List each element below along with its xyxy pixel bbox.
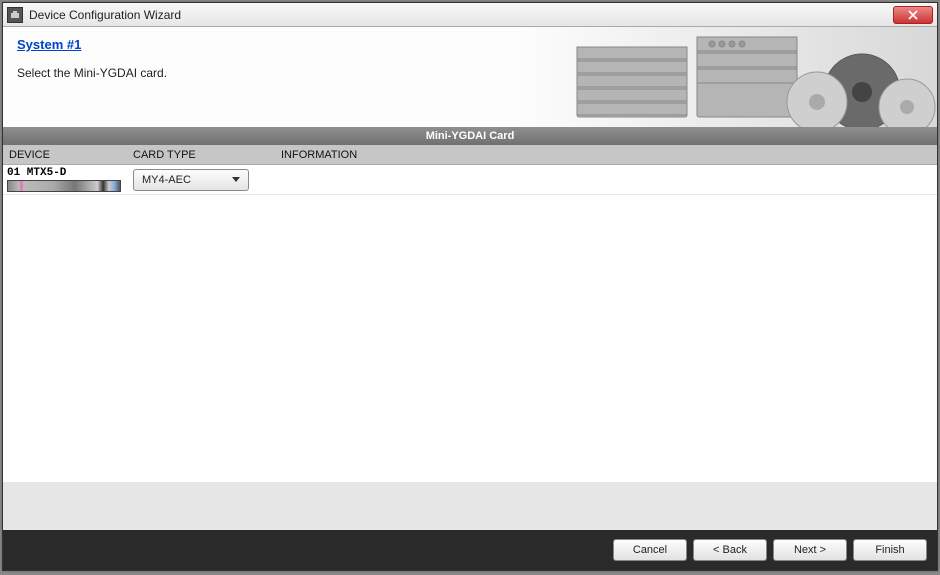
column-header-row: DEVICE CARD TYPE INFORMATION xyxy=(3,145,937,165)
column-header-card-type: CARD TYPE xyxy=(133,149,281,161)
section-header: Mini-YGDAI Card xyxy=(3,127,937,145)
title-bar: Device Configuration Wizard xyxy=(3,3,937,27)
equipment-illustration xyxy=(567,27,937,127)
app-icon xyxy=(7,7,23,23)
cancel-button[interactable]: Cancel xyxy=(613,539,687,561)
window-title: Device Configuration Wizard xyxy=(29,8,893,22)
back-button[interactable]: < Back xyxy=(693,539,767,561)
dropdown-selected-text: MY4-AEC xyxy=(142,174,232,186)
device-thumbnail xyxy=(7,180,121,192)
wizard-window: Device Configuration Wizard System #1 Se… xyxy=(2,2,938,571)
wizard-banner: System #1 Select the Mini-YGDAI card. xyxy=(3,27,937,127)
card-type-dropdown[interactable]: MY4-AEC xyxy=(133,169,249,191)
card-type-cell: MY4-AEC xyxy=(133,169,281,191)
device-table-body: 01 MTX5-D MY4-AEC xyxy=(3,165,937,482)
device-label: 01 MTX5-D xyxy=(7,167,133,179)
close-icon xyxy=(908,10,918,20)
column-header-information: INFORMATION xyxy=(281,149,937,161)
table-row: 01 MTX5-D MY4-AEC xyxy=(3,165,937,195)
spacer xyxy=(3,482,937,530)
chevron-down-icon xyxy=(232,177,240,182)
finish-button[interactable]: Finish xyxy=(853,539,927,561)
wizard-footer: Cancel < Back Next > Finish xyxy=(3,530,937,570)
column-header-device: DEVICE xyxy=(3,149,133,161)
device-cell: 01 MTX5-D xyxy=(3,167,133,192)
next-button[interactable]: Next > xyxy=(773,539,847,561)
close-button[interactable] xyxy=(893,6,933,24)
